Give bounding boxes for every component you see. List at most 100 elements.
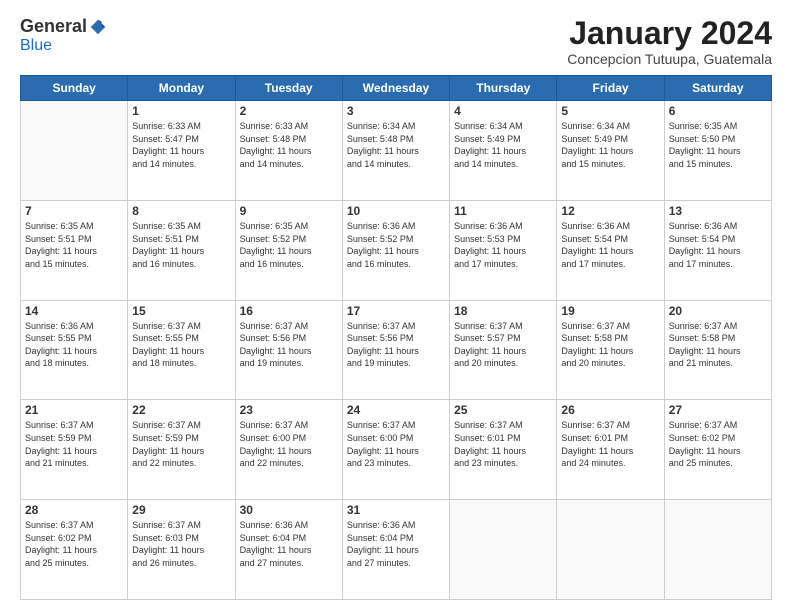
day-info: Sunrise: 6:35 AM Sunset: 5:51 PM Dayligh… [25, 220, 123, 270]
day-number: 27 [669, 403, 767, 417]
table-row: 5Sunrise: 6:34 AM Sunset: 5:49 PM Daylig… [557, 101, 664, 201]
day-number: 17 [347, 304, 445, 318]
day-number: 22 [132, 403, 230, 417]
day-number: 2 [240, 104, 338, 118]
day-info: Sunrise: 6:36 AM Sunset: 5:54 PM Dayligh… [669, 220, 767, 270]
logo-icon [89, 18, 107, 36]
table-row: 10 Sunrise: 6:36 AM Sunset: 5:52 PM Dayli… [342, 200, 449, 300]
day-info: Sunrise: 6:33 AM Sunset: 5:47 PM Dayligh… [132, 120, 230, 170]
day-info: Sunrise: 6:36 AM Sunset: 5:55 PM Dayligh… [25, 320, 123, 370]
table-row: 27 Sunrise: 6:37 AM Sunset: 6:02 PM Dayli… [664, 400, 771, 500]
table-row: 18 Sunrise: 6:37 AM Sunset: 5:57 PM Dayli… [450, 300, 557, 400]
day-info: Sunrise: 6:37 AM Sunset: 5:58 PM Dayligh… [669, 320, 767, 370]
col-friday: Friday [557, 76, 664, 101]
table-row: 16 Sunrise: 6:37 AM Sunset: 5:56 PM Dayli… [235, 300, 342, 400]
table-row: 2Sunrise: 6:33 AM Sunset: 5:48 PM Daylig… [235, 101, 342, 201]
table-row: 15 Sunrise: 6:37 AM Sunset: 5:55 PM Dayli… [128, 300, 235, 400]
day-number: 30 [240, 503, 338, 517]
day-number: 6 [669, 104, 767, 118]
calendar-week-row: 7 Sunrise: 6:35 AM Sunset: 5:51 PM Daylig… [21, 200, 772, 300]
table-row: 13Sunrise: 6:36 AM Sunset: 5:54 PM Dayli… [664, 200, 771, 300]
day-number: 15 [132, 304, 230, 318]
table-row: 31 Sunrise: 6:36 AM Sunset: 6:04 PM Dayli… [342, 500, 449, 600]
day-info: Sunrise: 6:36 AM Sunset: 6:04 PM Dayligh… [240, 519, 338, 569]
table-row: 6 Sunrise: 6:35 AM Sunset: 5:50 PM Daylig… [664, 101, 771, 201]
day-info: Sunrise: 6:37 AM Sunset: 5:59 PM Dayligh… [25, 419, 123, 469]
day-info: Sunrise: 6:35 AM Sunset: 5:51 PM Dayligh… [132, 220, 230, 270]
table-row [664, 500, 771, 600]
table-row: 20 Sunrise: 6:37 AM Sunset: 5:58 PM Dayli… [664, 300, 771, 400]
day-info: Sunrise: 6:37 AM Sunset: 6:01 PM Dayligh… [561, 419, 659, 469]
table-row: 8 Sunrise: 6:35 AM Sunset: 5:51 PM Daylig… [128, 200, 235, 300]
day-info: Sunrise: 6:37 AM Sunset: 5:55 PM Dayligh… [132, 320, 230, 370]
table-row: 29Sunrise: 6:37 AM Sunset: 6:03 PM Dayli… [128, 500, 235, 600]
table-row: 9Sunrise: 6:35 AM Sunset: 5:52 PM Daylig… [235, 200, 342, 300]
logo-general-text: General [20, 16, 87, 37]
logo-blue-text: Blue [20, 37, 52, 54]
calendar-header-row: Sunday Monday Tuesday Wednesday Thursday… [21, 76, 772, 101]
calendar-week-row: 1Sunrise: 6:33 AM Sunset: 5:47 PM Daylig… [21, 101, 772, 201]
table-row: 21 Sunrise: 6:37 AM Sunset: 5:59 PM Dayli… [21, 400, 128, 500]
day-number: 28 [25, 503, 123, 517]
day-number: 31 [347, 503, 445, 517]
calendar-week-row: 21 Sunrise: 6:37 AM Sunset: 5:59 PM Dayli… [21, 400, 772, 500]
logo: General Blue [20, 16, 107, 55]
table-row: 22 Sunrise: 6:37 AM Sunset: 5:59 PM Dayli… [128, 400, 235, 500]
col-saturday: Saturday [664, 76, 771, 101]
day-number: 18 [454, 304, 552, 318]
table-row: 25 Sunrise: 6:37 AM Sunset: 6:01 PM Dayli… [450, 400, 557, 500]
table-row: 30 Sunrise: 6:36 AM Sunset: 6:04 PM Dayli… [235, 500, 342, 600]
day-number: 4 [454, 104, 552, 118]
day-info: Sunrise: 6:37 AM Sunset: 6:00 PM Dayligh… [347, 419, 445, 469]
table-row: 12 Sunrise: 6:36 AM Sunset: 5:54 PM Dayli… [557, 200, 664, 300]
table-row: 14 Sunrise: 6:36 AM Sunset: 5:55 PM Dayli… [21, 300, 128, 400]
table-row [21, 101, 128, 201]
day-number: 12 [561, 204, 659, 218]
table-row: 3 Sunrise: 6:34 AM Sunset: 5:48 PM Daylig… [342, 101, 449, 201]
day-info: Sunrise: 6:34 AM Sunset: 5:49 PM Dayligh… [561, 120, 659, 170]
day-number: 10 [347, 204, 445, 218]
col-monday: Monday [128, 76, 235, 101]
day-info: Sunrise: 6:34 AM Sunset: 5:48 PM Dayligh… [347, 120, 445, 170]
table-row: 24 Sunrise: 6:37 AM Sunset: 6:00 PM Dayli… [342, 400, 449, 500]
day-number: 3 [347, 104, 445, 118]
day-number: 20 [669, 304, 767, 318]
day-number: 8 [132, 204, 230, 218]
day-number: 7 [25, 204, 123, 218]
day-number: 23 [240, 403, 338, 417]
day-info: Sunrise: 6:37 AM Sunset: 5:58 PM Dayligh… [561, 320, 659, 370]
col-wednesday: Wednesday [342, 76, 449, 101]
day-info: Sunrise: 6:35 AM Sunset: 5:50 PM Dayligh… [669, 120, 767, 170]
page: General Blue January 2024 Concepcion Tut… [0, 0, 792, 612]
day-info: Sunrise: 6:36 AM Sunset: 6:04 PM Dayligh… [347, 519, 445, 569]
table-row: 23 Sunrise: 6:37 AM Sunset: 6:00 PM Dayli… [235, 400, 342, 500]
day-info: Sunrise: 6:36 AM Sunset: 5:54 PM Dayligh… [561, 220, 659, 270]
table-row: 11Sunrise: 6:36 AM Sunset: 5:53 PM Dayli… [450, 200, 557, 300]
day-info: Sunrise: 6:37 AM Sunset: 6:02 PM Dayligh… [25, 519, 123, 569]
day-info: Sunrise: 6:37 AM Sunset: 5:59 PM Dayligh… [132, 419, 230, 469]
day-number: 9 [240, 204, 338, 218]
day-number: 21 [25, 403, 123, 417]
table-row: 17Sunrise: 6:37 AM Sunset: 5:56 PM Dayli… [342, 300, 449, 400]
table-row [557, 500, 664, 600]
day-number: 16 [240, 304, 338, 318]
title-area: January 2024 Concepcion Tutuupa, Guatema… [567, 16, 772, 67]
day-number: 24 [347, 403, 445, 417]
col-sunday: Sunday [21, 76, 128, 101]
day-info: Sunrise: 6:37 AM Sunset: 5:57 PM Dayligh… [454, 320, 552, 370]
day-number: 26 [561, 403, 659, 417]
table-row: 7 Sunrise: 6:35 AM Sunset: 5:51 PM Daylig… [21, 200, 128, 300]
day-info: Sunrise: 6:37 AM Sunset: 6:02 PM Dayligh… [669, 419, 767, 469]
month-title: January 2024 [567, 16, 772, 51]
day-info: Sunrise: 6:37 AM Sunset: 6:01 PM Dayligh… [454, 419, 552, 469]
table-row: 26 Sunrise: 6:37 AM Sunset: 6:01 PM Dayli… [557, 400, 664, 500]
day-info: Sunrise: 6:37 AM Sunset: 6:00 PM Dayligh… [240, 419, 338, 469]
day-info: Sunrise: 6:37 AM Sunset: 6:03 PM Dayligh… [132, 519, 230, 569]
day-number: 25 [454, 403, 552, 417]
day-info: Sunrise: 6:34 AM Sunset: 5:49 PM Dayligh… [454, 120, 552, 170]
day-number: 14 [25, 304, 123, 318]
day-info: Sunrise: 6:37 AM Sunset: 5:56 PM Dayligh… [240, 320, 338, 370]
calendar-table: Sunday Monday Tuesday Wednesday Thursday… [20, 75, 772, 600]
day-info: Sunrise: 6:36 AM Sunset: 5:52 PM Dayligh… [347, 220, 445, 270]
day-number: 19 [561, 304, 659, 318]
